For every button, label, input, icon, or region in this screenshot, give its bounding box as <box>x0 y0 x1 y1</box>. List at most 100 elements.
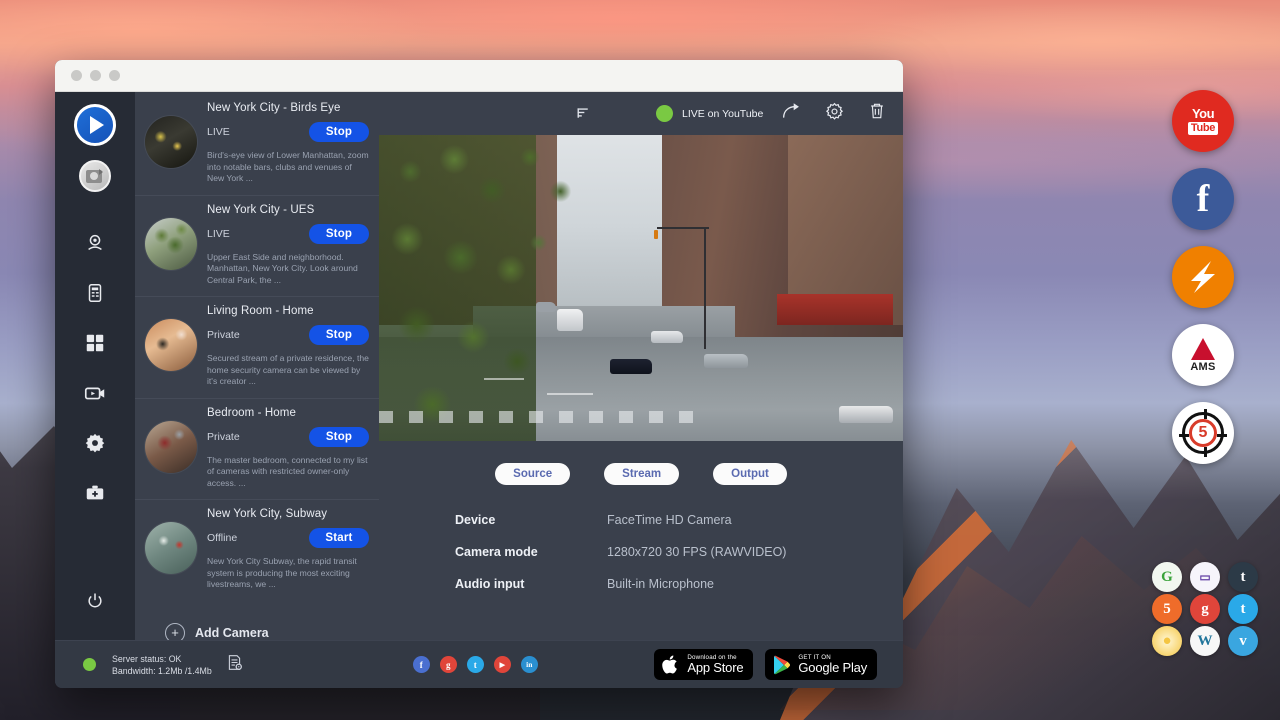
social-link-linkedin[interactable]: in <box>521 656 538 673</box>
facebook-glyph: f <box>420 660 423 670</box>
camera-list: New York City - Birds Eye LIVE Stop Bird… <box>135 92 379 640</box>
adobe-a-icon <box>1191 338 1215 360</box>
social-link-facebook[interactable]: f <box>413 656 430 673</box>
sidebar-item-cameras[interactable] <box>71 218 119 268</box>
camera-action-button[interactable]: Stop <box>309 427 369 447</box>
plus-circle-icon: + <box>165 623 185 641</box>
app-store-badge[interactable]: Download on the App Store <box>654 649 753 680</box>
camera-name: Living Room - Home <box>207 305 369 317</box>
tab-source[interactable]: Source <box>495 463 570 485</box>
window-close-button[interactable] <box>71 70 82 81</box>
dock-icon-wowza[interactable] <box>1172 246 1234 308</box>
social-grid-item-flame[interactable]: ● <box>1152 626 1182 656</box>
detail-label: Device <box>455 513 607 527</box>
camera-action-button[interactable]: Stop <box>309 325 369 345</box>
sidebar-item-devices[interactable] <box>71 268 119 318</box>
camera-list-item[interactable]: Living Room - Home Private Stop Secured … <box>135 297 379 399</box>
tumblr-glyph: t <box>1241 569 1246 586</box>
user-avatar[interactable] <box>79 160 111 192</box>
camera-list-item[interactable]: New York City - UES LIVE Stop Upper East… <box>135 196 379 298</box>
camera-status-row: Private Stop <box>207 325 369 345</box>
youtube-box-text: Tube <box>1188 122 1218 135</box>
settings-button[interactable] <box>824 101 845 127</box>
grasshopper-glyph: G <box>1161 569 1173 586</box>
tab-stream[interactable]: Stream <box>604 463 679 485</box>
camera-thumbnail <box>145 421 197 473</box>
camera-description: Secured stream of a private residence, t… <box>207 353 369 388</box>
social-grid-item-wordpress[interactable]: W <box>1190 626 1220 656</box>
camera-name: New York City - UES <box>207 204 369 216</box>
camera-action-button[interactable]: Stop <box>309 122 369 142</box>
camera-list-item[interactable]: New York City, Subway Offline Start New … <box>135 500 379 601</box>
app-logo[interactable] <box>74 104 116 146</box>
camera-status-row: LIVE Stop <box>207 122 369 142</box>
window-titlebar <box>55 60 903 92</box>
video-preview[interactable] <box>379 135 903 441</box>
dock-icon-youtube[interactable]: You Tube <box>1172 90 1234 152</box>
share-button[interactable] <box>781 101 802 127</box>
camera-description: New York City Subway, the rapid transit … <box>207 556 369 591</box>
camera-info: New York City - Birds Eye LIVE Stop Bird… <box>207 102 369 185</box>
social-grid-item-grasshopper[interactable]: G <box>1152 562 1182 592</box>
camera-status: LIVE <box>207 126 230 138</box>
video-car <box>839 406 893 423</box>
window-minimize-button[interactable] <box>90 70 101 81</box>
social-link-twitter[interactable]: t <box>467 656 484 673</box>
facebook-glyph: f <box>1197 180 1210 218</box>
social-grid-item-twitter[interactable]: t <box>1228 594 1258 624</box>
social-grid-item-five[interactable]: 5 <box>1152 594 1182 624</box>
video-car <box>704 354 748 368</box>
sort-button[interactable] <box>575 105 592 122</box>
wordpress-glyph: W <box>1198 633 1213 650</box>
camera-action-button[interactable]: Start <box>309 528 369 548</box>
gear-icon <box>824 101 845 122</box>
camera-status: Private <box>207 431 240 443</box>
camera-list-item[interactable]: Bedroom - Home Private Stop The master b… <box>135 399 379 501</box>
social-grid-item-google-plus[interactable]: g <box>1190 594 1220 624</box>
gear-icon <box>84 432 106 454</box>
camera-info: Living Room - Home Private Stop Secured … <box>207 305 369 388</box>
server-status-line: Server status: OK <box>112 653 212 665</box>
video-signal-arm <box>657 227 709 229</box>
sidebar-item-settings[interactable] <box>71 418 119 468</box>
youtube-glyph: ▶ <box>500 661 505 669</box>
camera-status-row: Private Stop <box>207 427 369 447</box>
sidebar-item-recordings[interactable] <box>71 368 119 418</box>
social-grid-item-vimeo[interactable]: v <box>1228 626 1258 656</box>
camera-status: Offline <box>207 532 237 544</box>
icon-rail <box>55 92 135 640</box>
log-document-icon <box>226 654 243 671</box>
google-plus-glyph: g <box>446 660 451 670</box>
dock-icon-adobe-ams[interactable]: AMS <box>1172 324 1234 386</box>
sidebar-item-support[interactable] <box>71 468 119 518</box>
log-button[interactable] <box>226 654 243 676</box>
google-play-badge[interactable]: GET IT ON Google Play <box>765 649 877 680</box>
trash-icon <box>867 101 887 121</box>
dock-icon-facebook[interactable]: f <box>1172 168 1234 230</box>
sort-icon <box>575 105 592 122</box>
twitter-glyph: t <box>1241 601 1246 618</box>
camera-action-button[interactable]: Stop <box>309 224 369 244</box>
detail-row: Audio input Built-in Microphone <box>455 577 903 591</box>
video-truck <box>557 309 583 331</box>
power-button[interactable] <box>71 576 119 626</box>
add-camera-button[interactable]: + Add Camera <box>135 601 379 641</box>
social-grid-item-twitch[interactable]: ▭ <box>1190 562 1220 592</box>
play-triangle-icon <box>90 116 104 134</box>
five-label: 5 <box>1189 419 1217 447</box>
window-maximize-button[interactable] <box>109 70 120 81</box>
tab-output[interactable]: Output <box>713 463 787 485</box>
toolbar-actions <box>781 101 887 127</box>
delete-button[interactable] <box>867 101 887 126</box>
camera-list-item[interactable]: New York City - Birds Eye LIVE Stop Bird… <box>135 94 379 196</box>
camera-description: The master bedroom, connected to my list… <box>207 455 369 490</box>
social-link-youtube[interactable]: ▶ <box>494 656 511 673</box>
social-grid-item-tumblr[interactable]: t <box>1228 562 1258 592</box>
camera-status-row: LIVE Stop <box>207 224 369 244</box>
social-link-google-plus[interactable]: g <box>440 656 457 673</box>
detail-row: Camera mode 1280x720 30 FPS (RAWVIDEO) <box>455 545 903 559</box>
dock-icon-five[interactable]: 5 <box>1172 402 1234 464</box>
video-icon <box>83 381 107 405</box>
sidebar-item-dashboard[interactable] <box>71 318 119 368</box>
firstaid-icon <box>84 482 106 504</box>
